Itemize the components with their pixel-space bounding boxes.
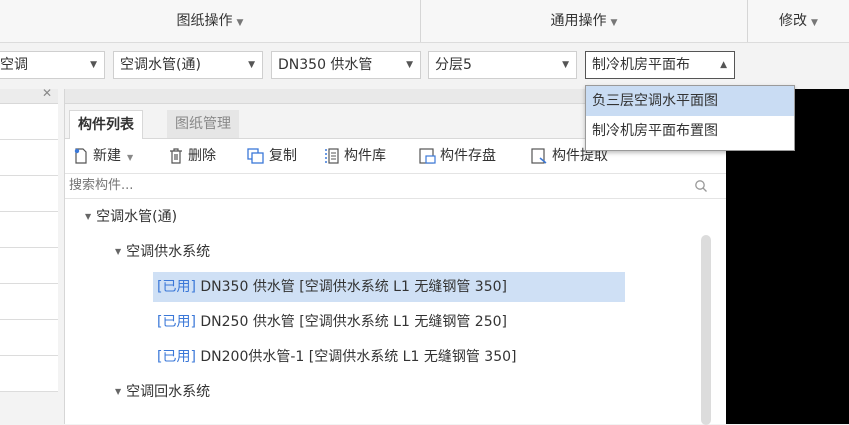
copy-icon [247, 148, 264, 164]
profession-select-value: 空调 [0, 57, 28, 73]
chevron-up-icon: ▲ [720, 60, 727, 70]
component-library-button[interactable]: 构件库 [324, 139, 386, 173]
search-input[interactable] [69, 174, 669, 198]
list-item[interactable] [0, 176, 58, 212]
ribbon-group-label: 通用操作 [550, 13, 607, 29]
tree-node-root[interactable]: ▼ 空调水管(通) [85, 202, 177, 232]
profession-select[interactable]: 空调 ▼ [0, 51, 105, 79]
save-icon [419, 148, 436, 164]
tree-leaf-label: DN250 供水管 [空调供水系统 L1 无缝钢管 250] [195, 314, 507, 330]
drawing-select[interactable]: 制冷机房平面布 ▲ [585, 51, 735, 79]
extract-icon [531, 148, 547, 164]
copy-button-label: 复制 [269, 148, 297, 164]
ribbon-group-label: 图纸操作 [176, 13, 233, 29]
used-tag: [已用] [157, 349, 196, 365]
chevron-down-icon: ▼ [90, 60, 97, 70]
tab-component-list[interactable]: 构件列表 [69, 110, 143, 139]
dropdown-option[interactable]: 负三层空调水平面图 [586, 86, 794, 116]
tree-node-return-system[interactable]: ▼ 空调回水系统 [115, 377, 210, 407]
component-select[interactable]: DN350 供水管 ▼ [271, 51, 421, 79]
component-type-select[interactable]: 空调水管(通) ▼ [113, 51, 263, 79]
search-icon[interactable] [694, 179, 708, 193]
layer-select[interactable]: 分层5 ▼ [428, 51, 577, 79]
tree-leaf-label: DN350 供水管 [空调供水系统 L1 无缝钢管 350] [195, 279, 507, 295]
tree-node-label: 空调水管(通) [96, 209, 178, 225]
copy-button[interactable]: 复制 [247, 139, 297, 173]
tab-drawing-management[interactable]: 图纸管理 [167, 110, 239, 138]
tree-leaf-dn250[interactable]: [已用] DN250 供水管 [空调供水系统 L1 无缝钢管 250] [153, 307, 511, 337]
tree-node-label: 空调回水系统 [126, 384, 211, 400]
ribbon-group-label: 修改 [779, 13, 808, 29]
filter-combo-bar: 空调 ▼ 空调水管(通) ▼ DN350 供水管 ▼ 分层5 ▼ 制冷机房平面布 ▲ [0, 43, 849, 89]
new-button-label: 新建 [93, 148, 121, 164]
drawing-select-value: 制冷机房平面布 [592, 57, 690, 73]
component-save-button[interactable]: 构件存盘 [419, 139, 496, 173]
tree-leaf-dn200[interactable]: [已用] DN200供水管-1 [空调供水系统 L1 无缝钢管 350] [153, 342, 520, 372]
left-panel: ✕ [0, 86, 58, 424]
collapse-icon[interactable]: ▼ [115, 387, 121, 396]
ribbon-group-common-ops[interactable]: 通用操作 ▼ [421, 0, 748, 42]
new-file-icon [74, 148, 87, 164]
collapse-icon[interactable]: ▼ [85, 212, 91, 221]
component-search [65, 174, 726, 199]
list-item[interactable] [0, 104, 58, 140]
collapse-icon[interactable]: ▼ [115, 247, 121, 256]
left-panel-header: ✕ [0, 86, 58, 104]
vertical-scrollbar[interactable] [701, 235, 711, 425]
list-item[interactable] [0, 320, 58, 356]
list-item[interactable] [0, 356, 58, 392]
ribbon-group-modify[interactable]: 修改 ▼ [748, 0, 849, 42]
chevron-down-icon: ▼ [127, 153, 134, 162]
chevron-down-icon: ▼ [248, 60, 255, 70]
close-icon[interactable]: ✕ [42, 86, 52, 100]
tree-node-label: 空调供水系统 [126, 244, 211, 260]
drawing-dropdown-list: 负三层空调水平面图 制冷机房平面布置图 [585, 85, 795, 151]
dropdown-option[interactable]: 制冷机房平面布置图 [586, 116, 794, 146]
list-item[interactable] [0, 248, 58, 284]
tree-leaf-label: DN200供水管-1 [空调供水系统 L1 无缝钢管 350] [195, 349, 517, 365]
chevron-down-icon: ▼ [811, 18, 818, 28]
library-icon [325, 148, 339, 164]
tree-leaf-dn350[interactable]: [已用] DN350 供水管 [空调供水系统 L1 无缝钢管 350] [153, 272, 625, 302]
list-item[interactable] [0, 140, 58, 176]
chevron-down-icon: ▼ [406, 60, 413, 70]
chevron-down-icon: ▼ [236, 18, 244, 28]
ribbon-group-drawing-ops[interactable]: 图纸操作 ▼ [0, 0, 421, 42]
new-button[interactable]: 新建 ▼ [73, 139, 133, 173]
component-library-label: 构件库 [344, 148, 386, 164]
used-tag: [已用] [157, 314, 196, 330]
ribbon: 图纸操作 ▼ 通用操作 ▼ 修改 ▼ [0, 0, 849, 43]
component-type-select-value: 空调水管(通) [120, 57, 201, 73]
list-item[interactable] [0, 284, 58, 320]
list-item[interactable] [0, 212, 58, 248]
component-save-label: 构件存盘 [440, 148, 496, 164]
delete-button-label: 删除 [188, 148, 216, 164]
tree-node-supply-system[interactable]: ▼ 空调供水系统 [115, 237, 210, 267]
trash-icon [170, 148, 182, 164]
chevron-down-icon: ▼ [562, 60, 569, 70]
layer-select-value: 分层5 [435, 57, 472, 73]
delete-button[interactable]: 删除 [168, 139, 216, 173]
chevron-down-icon: ▼ [610, 18, 618, 28]
used-tag: [已用] [157, 279, 196, 295]
component-select-value: DN350 供水管 [278, 57, 373, 73]
